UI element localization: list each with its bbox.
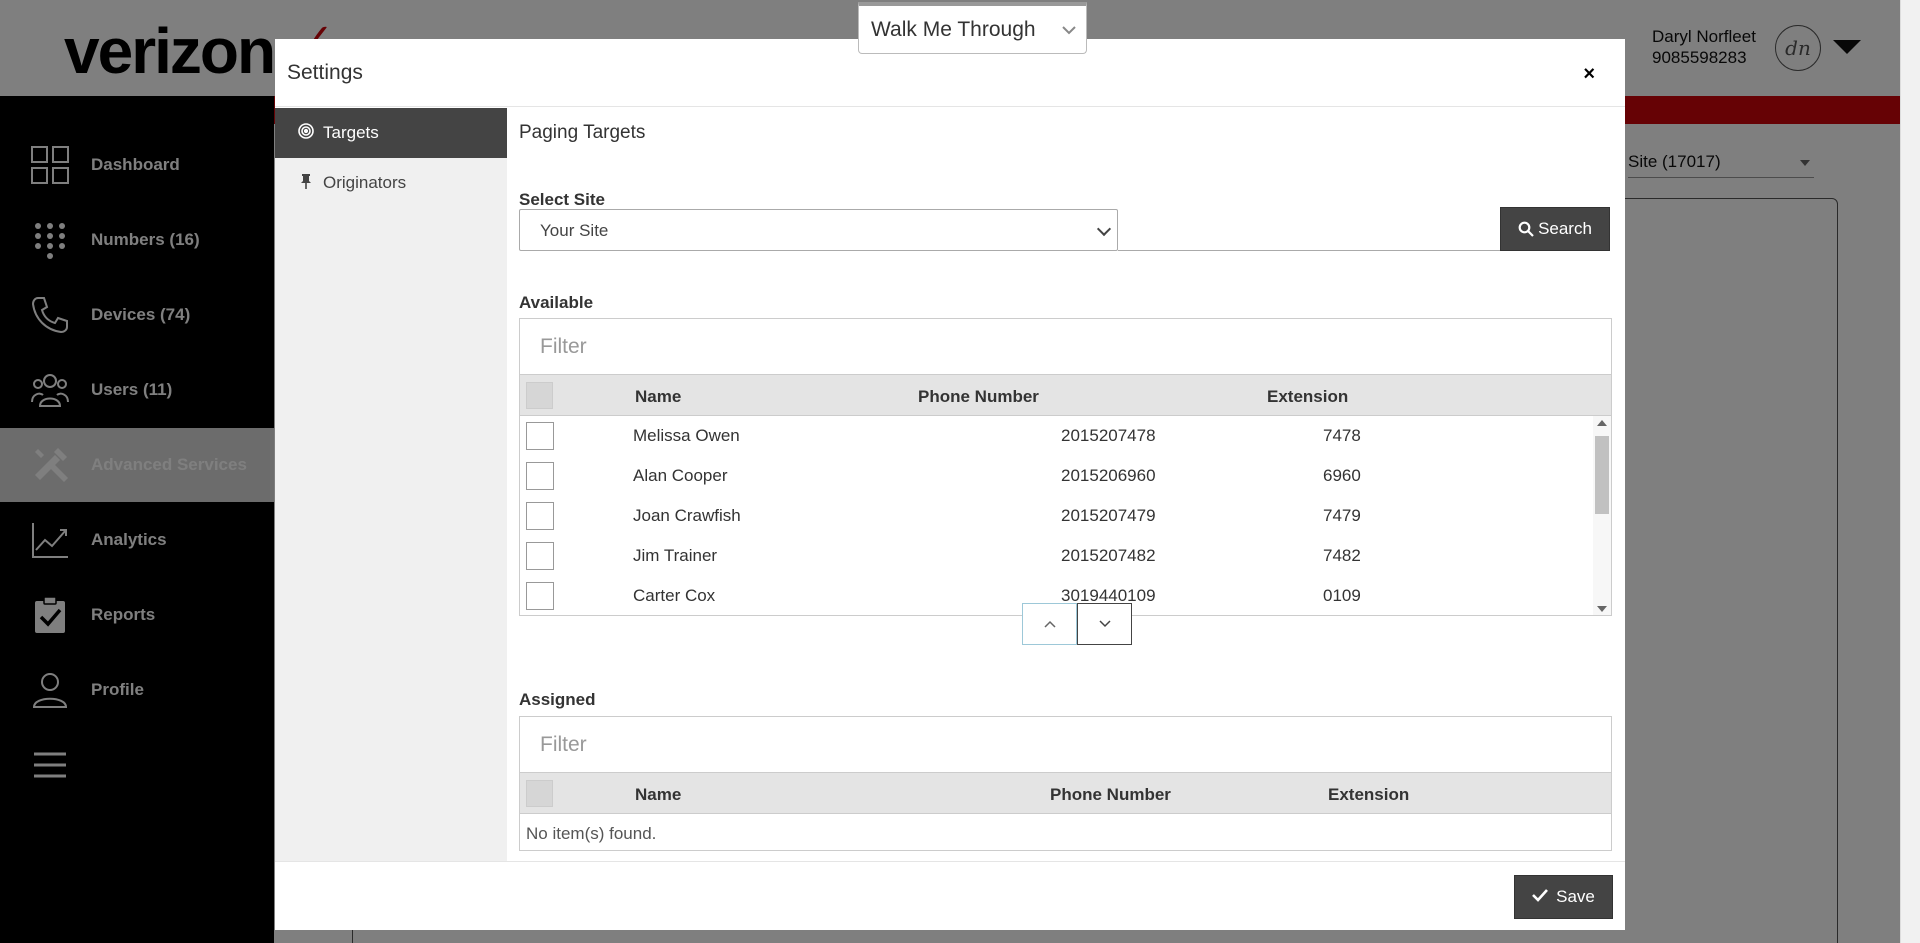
settings-tabs: Targets Originators: [275, 108, 507, 861]
column-name[interactable]: Name: [635, 785, 681, 805]
table-row[interactable]: Melissa Owen 2015207478 7478: [520, 416, 1594, 456]
row-extension: 0109: [1323, 586, 1361, 605]
modal-title: Settings: [287, 61, 363, 84]
save-button[interactable]: Save: [1514, 875, 1613, 919]
save-button-label: Save: [1556, 887, 1595, 906]
assigned-filter-input[interactable]: Filter: [519, 716, 1612, 773]
column-extension[interactable]: Extension: [1328, 785, 1409, 805]
row-extension: 6960: [1323, 466, 1361, 485]
site-select-value: Your Site: [540, 221, 609, 240]
assigned-table-header: Name Phone Number Extension: [519, 773, 1612, 814]
row-extension: 7482: [1323, 546, 1361, 565]
chevron-up-icon: [1043, 620, 1056, 628]
available-scrollbar[interactable]: [1593, 416, 1611, 615]
row-name: Alan Cooper: [633, 466, 728, 485]
column-extension[interactable]: Extension: [1267, 387, 1348, 407]
assigned-select-all-checkbox[interactable]: [526, 780, 553, 807]
check-icon: [1532, 887, 1549, 907]
assigned-empty-message: No item(s) found.: [519, 814, 1612, 851]
available-filter-input[interactable]: Filter: [519, 318, 1612, 375]
move-up-button[interactable]: [1022, 603, 1077, 645]
column-phone-number[interactable]: Phone Number: [918, 387, 1039, 407]
row-phone: 2015206960: [1061, 466, 1156, 485]
row-checkbox[interactable]: [526, 502, 554, 530]
row-phone: 2015207482: [1061, 546, 1156, 565]
chevron-down-icon: [1096, 221, 1112, 237]
row-name: Melissa Owen: [633, 426, 740, 445]
table-row[interactable]: Joan Crawfish 2015207479 7479: [520, 496, 1594, 536]
target-icon: [297, 122, 315, 144]
row-phone: 2015207479: [1061, 506, 1156, 525]
site-select[interactable]: Your Site: [519, 209, 1118, 251]
tab-originators-label: Originators: [323, 173, 407, 192]
search-button[interactable]: Search: [1500, 207, 1610, 251]
column-name[interactable]: Name: [635, 387, 681, 407]
close-icon[interactable]: ×: [1583, 63, 1595, 86]
row-checkbox[interactable]: [526, 542, 554, 570]
chevron-down-icon: [1062, 22, 1076, 38]
scrollbar-thumb[interactable]: [1595, 436, 1609, 514]
section-title: Paging Targets: [519, 122, 646, 143]
scroll-up-icon[interactable]: [1597, 420, 1607, 426]
row-name: Carter Cox: [633, 586, 716, 605]
search-input[interactable]: [1118, 250, 1501, 251]
page-scrollbar[interactable]: [1900, 0, 1920, 943]
row-checkbox[interactable]: [526, 422, 554, 450]
available-table-header: Name Phone Number Extension: [519, 375, 1612, 416]
row-extension: 7479: [1323, 506, 1361, 525]
tab-targets-label: Targets: [323, 123, 379, 142]
row-checkbox[interactable]: [526, 462, 554, 490]
scroll-down-icon[interactable]: [1597, 606, 1607, 612]
select-site-label: Select Site: [519, 190, 605, 209]
available-label: Available: [519, 293, 594, 312]
walk-me-through-button[interactable]: Walk Me Through: [858, 2, 1087, 54]
tab-targets[interactable]: Targets: [275, 108, 507, 158]
available-table-body: Melissa Owen 2015207478 7478 Alan Cooper…: [519, 416, 1612, 616]
pin-icon: [297, 173, 315, 194]
row-extension: 7478: [1323, 426, 1361, 445]
row-phone: 2015207478: [1061, 426, 1156, 445]
row-name: Jim Trainer: [633, 546, 718, 565]
search-button-label: Search: [1538, 219, 1592, 238]
modal-footer: Save: [275, 861, 1625, 930]
chevron-down-icon: [1098, 620, 1111, 628]
move-down-button[interactable]: [1077, 603, 1132, 645]
row-checkbox[interactable]: [526, 582, 554, 610]
tab-originators[interactable]: Originators: [275, 158, 507, 208]
walk-me-through-label: Walk Me Through: [871, 17, 1036, 41]
table-row[interactable]: Alan Cooper 2015206960 6960: [520, 456, 1594, 496]
assigned-label: Assigned: [519, 690, 596, 709]
search-icon: [1518, 221, 1534, 237]
available-select-all-checkbox[interactable]: [526, 382, 553, 409]
column-phone-number[interactable]: Phone Number: [1050, 785, 1171, 805]
settings-modal: Settings × Targets Originators Paging Ta…: [275, 39, 1625, 930]
row-name: Joan Crawfish: [633, 506, 741, 525]
table-row[interactable]: Jim Trainer 2015207482 7482: [520, 536, 1594, 576]
